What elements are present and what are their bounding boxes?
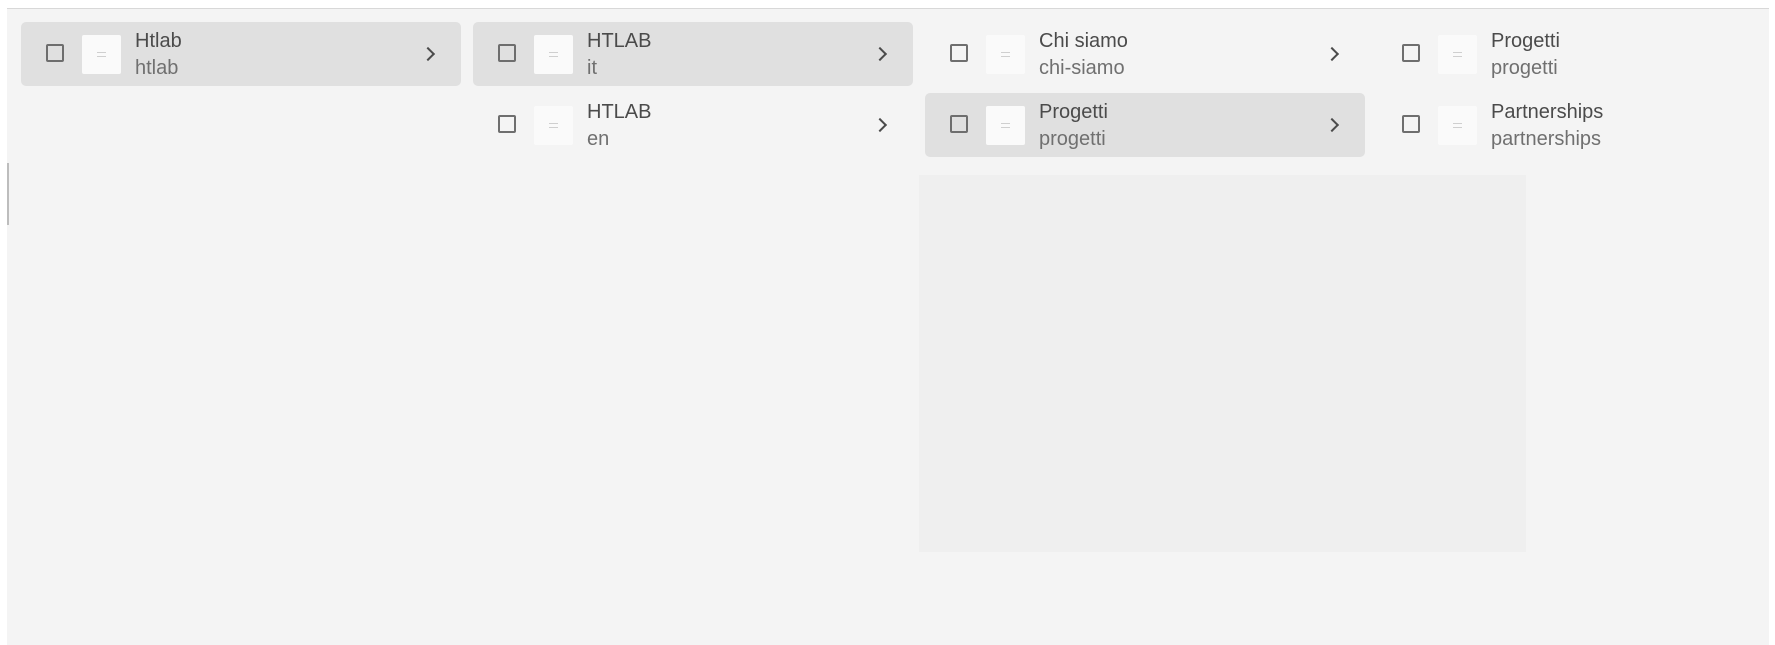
select-checkbox[interactable] xyxy=(950,115,968,133)
select-checkbox[interactable] xyxy=(950,44,968,62)
item-name: progetti xyxy=(1039,128,1106,150)
item-name: chi-siamo xyxy=(1039,57,1125,79)
column-item-progetti[interactable]: Progetti progetti xyxy=(925,93,1365,157)
item-title: Progetti xyxy=(1491,30,1560,52)
page-thumbnail-icon xyxy=(986,106,1025,145)
page-thumbnail-icon xyxy=(986,35,1025,74)
page-thumbnail-icon xyxy=(534,106,573,145)
select-checkbox[interactable] xyxy=(1402,115,1420,133)
column-2: HTLAB it HTLAB en xyxy=(473,22,913,164)
item-title: Partnerships xyxy=(1491,101,1604,123)
panel-resize-handle[interactable] xyxy=(7,163,9,225)
select-checkbox[interactable] xyxy=(498,115,516,133)
item-title: HTLAB xyxy=(587,30,652,52)
column-item-partnerships[interactable]: Partnerships partnerships xyxy=(1377,93,1775,157)
select-checkbox[interactable] xyxy=(498,44,516,62)
column-item-progetti-child[interactable]: Progetti progetti xyxy=(1377,22,1775,86)
chevron-right-icon[interactable] xyxy=(420,46,436,62)
page-thumbnail-icon xyxy=(534,35,573,74)
column-item-chi-siamo[interactable]: Chi siamo chi-siamo xyxy=(925,22,1365,86)
item-title: Chi siamo xyxy=(1039,30,1128,52)
column-1: Htlab htlab xyxy=(21,22,461,93)
select-checkbox[interactable] xyxy=(1402,44,1420,62)
item-name: en xyxy=(587,128,610,150)
column-4: Progetti progetti Partnerships partnersh… xyxy=(1377,22,1775,164)
column-item-en[interactable]: HTLAB en xyxy=(473,93,913,157)
chevron-right-icon[interactable] xyxy=(1324,46,1340,62)
item-name: partnerships xyxy=(1491,128,1602,150)
select-checkbox[interactable] xyxy=(46,44,64,62)
chevron-right-icon[interactable] xyxy=(872,46,888,62)
chevron-right-icon[interactable] xyxy=(872,117,888,133)
column-3: Chi siamo chi-siamo Progetti progetti xyxy=(925,22,1365,164)
item-title: Htlab xyxy=(135,30,182,52)
page-thumbnail-icon xyxy=(1438,106,1477,145)
item-name: it xyxy=(587,57,597,79)
column-item-it[interactable]: HTLAB it xyxy=(473,22,913,86)
chevron-right-icon[interactable] xyxy=(1324,117,1340,133)
item-title: HTLAB xyxy=(587,101,652,123)
loading-placeholder xyxy=(919,175,1526,552)
item-name: htlab xyxy=(135,57,179,79)
item-title: Progetti xyxy=(1039,101,1108,123)
page-thumbnail-icon xyxy=(82,35,121,74)
column-item-htlab[interactable]: Htlab htlab xyxy=(21,22,461,86)
page-thumbnail-icon xyxy=(1438,35,1477,74)
item-name: progetti xyxy=(1491,57,1558,79)
